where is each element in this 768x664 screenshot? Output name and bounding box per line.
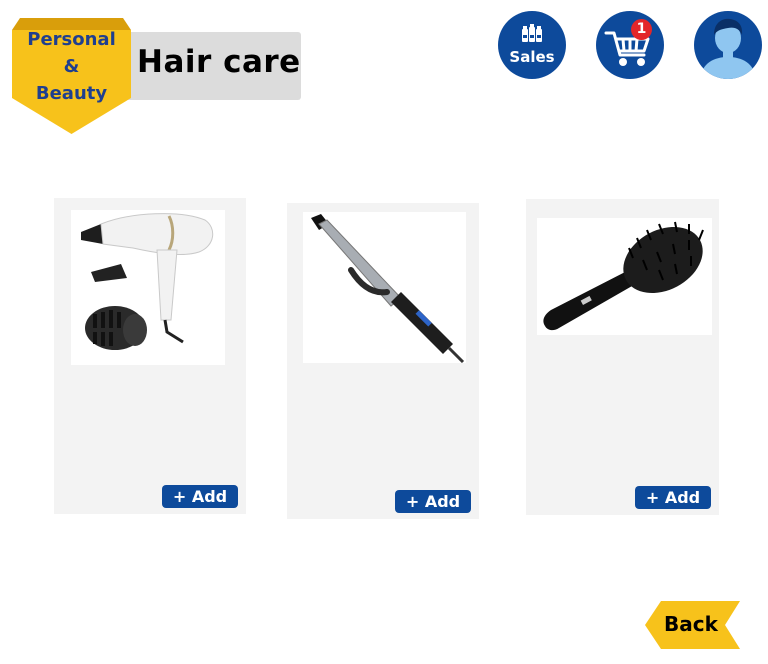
add-button-hair-brush[interactable]: + Add [635,486,711,509]
category-label: Personal & Beauty [12,26,131,107]
shopping-cart-icon [604,31,650,66]
hair-dryer-icon [81,213,214,350]
product-image-curling-iron [303,212,466,364]
product-image-hair-dryer [71,210,225,365]
product-card-curling-iron: + Add [287,203,479,519]
sales-icon [522,24,542,42]
page-title: Hair care [137,44,301,80]
product-image-hair-brush [537,218,712,335]
category-line-3: Beauty [35,83,108,104]
category-line-2: & [63,56,80,77]
cart-count-badge: 1 [631,19,652,40]
product-card-hair-dryer: + Add [54,198,246,514]
sales-button[interactable]: Sales [498,11,566,79]
hair-brush-icon [543,221,704,331]
add-button-hair-dryer[interactable]: + Add [162,485,238,508]
user-profile-icon [700,18,756,79]
product-card-hair-brush: + Add [526,199,719,515]
category-badge: Personal & Beauty [12,18,131,134]
add-button-curling-iron[interactable]: + Add [395,490,471,513]
profile-button[interactable] [694,11,762,79]
back-label: Back [664,612,718,636]
cart-button[interactable]: 1 [596,11,664,79]
back-button[interactable]: Back [645,601,742,649]
category-line-1: Personal [27,29,116,50]
curling-iron-icon [311,214,465,364]
sales-label: Sales [509,48,555,66]
